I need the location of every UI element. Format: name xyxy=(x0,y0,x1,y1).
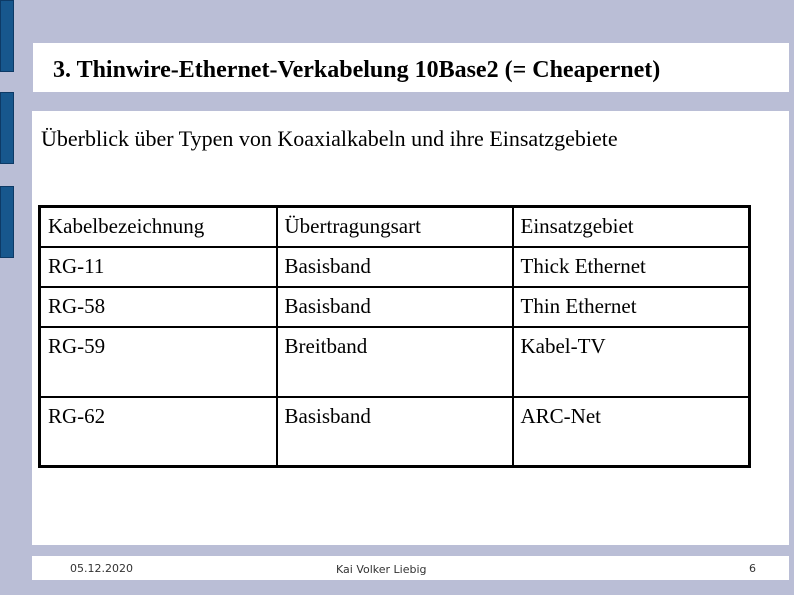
slide-subtitle: Überblick über Typen von Koaxialkabeln u… xyxy=(41,126,618,151)
table-cell: Basisband xyxy=(275,245,514,288)
table-header-row: Kabelbezeichnung Übertragungsart Einsatz… xyxy=(38,205,751,248)
table-row: RG-58 Basisband Thin Ethernet xyxy=(38,285,751,328)
content-area: Überblick über Typen von Koaxialkabeln u… xyxy=(32,111,789,545)
table-cell: RG-58 xyxy=(38,285,278,328)
slide-footer: 05.12.2020 Kai Volker Liebig 6 xyxy=(32,556,789,580)
page-number: 6 xyxy=(749,562,756,575)
decorative-bar xyxy=(0,92,14,164)
header-cell: Übertragungsart xyxy=(275,205,514,248)
table-cell: ARC-Net xyxy=(511,395,751,468)
title-box: 3. Thinwire-Ethernet-Verkabelung 10Base2… xyxy=(33,43,789,92)
table-cell: RG-11 xyxy=(38,245,278,288)
table-row: RG-62 Basisband ARC-Net xyxy=(38,395,751,468)
cable-table: Kabelbezeichnung Übertragungsart Einsatz… xyxy=(38,205,751,468)
footer-date: 05.12.2020 xyxy=(70,562,133,575)
table-cell: Basisband xyxy=(275,395,514,468)
header-cell: Kabelbezeichnung xyxy=(38,205,278,248)
table-cell: Thin Ethernet xyxy=(511,285,751,328)
table-cell: Thick Ethernet xyxy=(511,245,751,288)
decorative-bar xyxy=(0,186,14,258)
table-row: RG-59 Breitband Kabel-TV xyxy=(38,325,751,398)
slide-title: 3. Thinwire-Ethernet-Verkabelung 10Base2… xyxy=(53,57,661,83)
footer-author: Kai Volker Liebig xyxy=(336,563,427,576)
table-cell: Kabel-TV xyxy=(511,325,751,398)
table-cell: RG-62 xyxy=(38,395,278,468)
table-cell: RG-59 xyxy=(38,325,278,398)
decorative-bar xyxy=(0,0,14,72)
table-cell: Basisband xyxy=(275,285,514,328)
table-cell: Breitband xyxy=(275,325,514,398)
table-row: RG-11 Basisband Thick Ethernet xyxy=(38,245,751,288)
header-cell: Einsatzgebiet xyxy=(511,205,751,248)
